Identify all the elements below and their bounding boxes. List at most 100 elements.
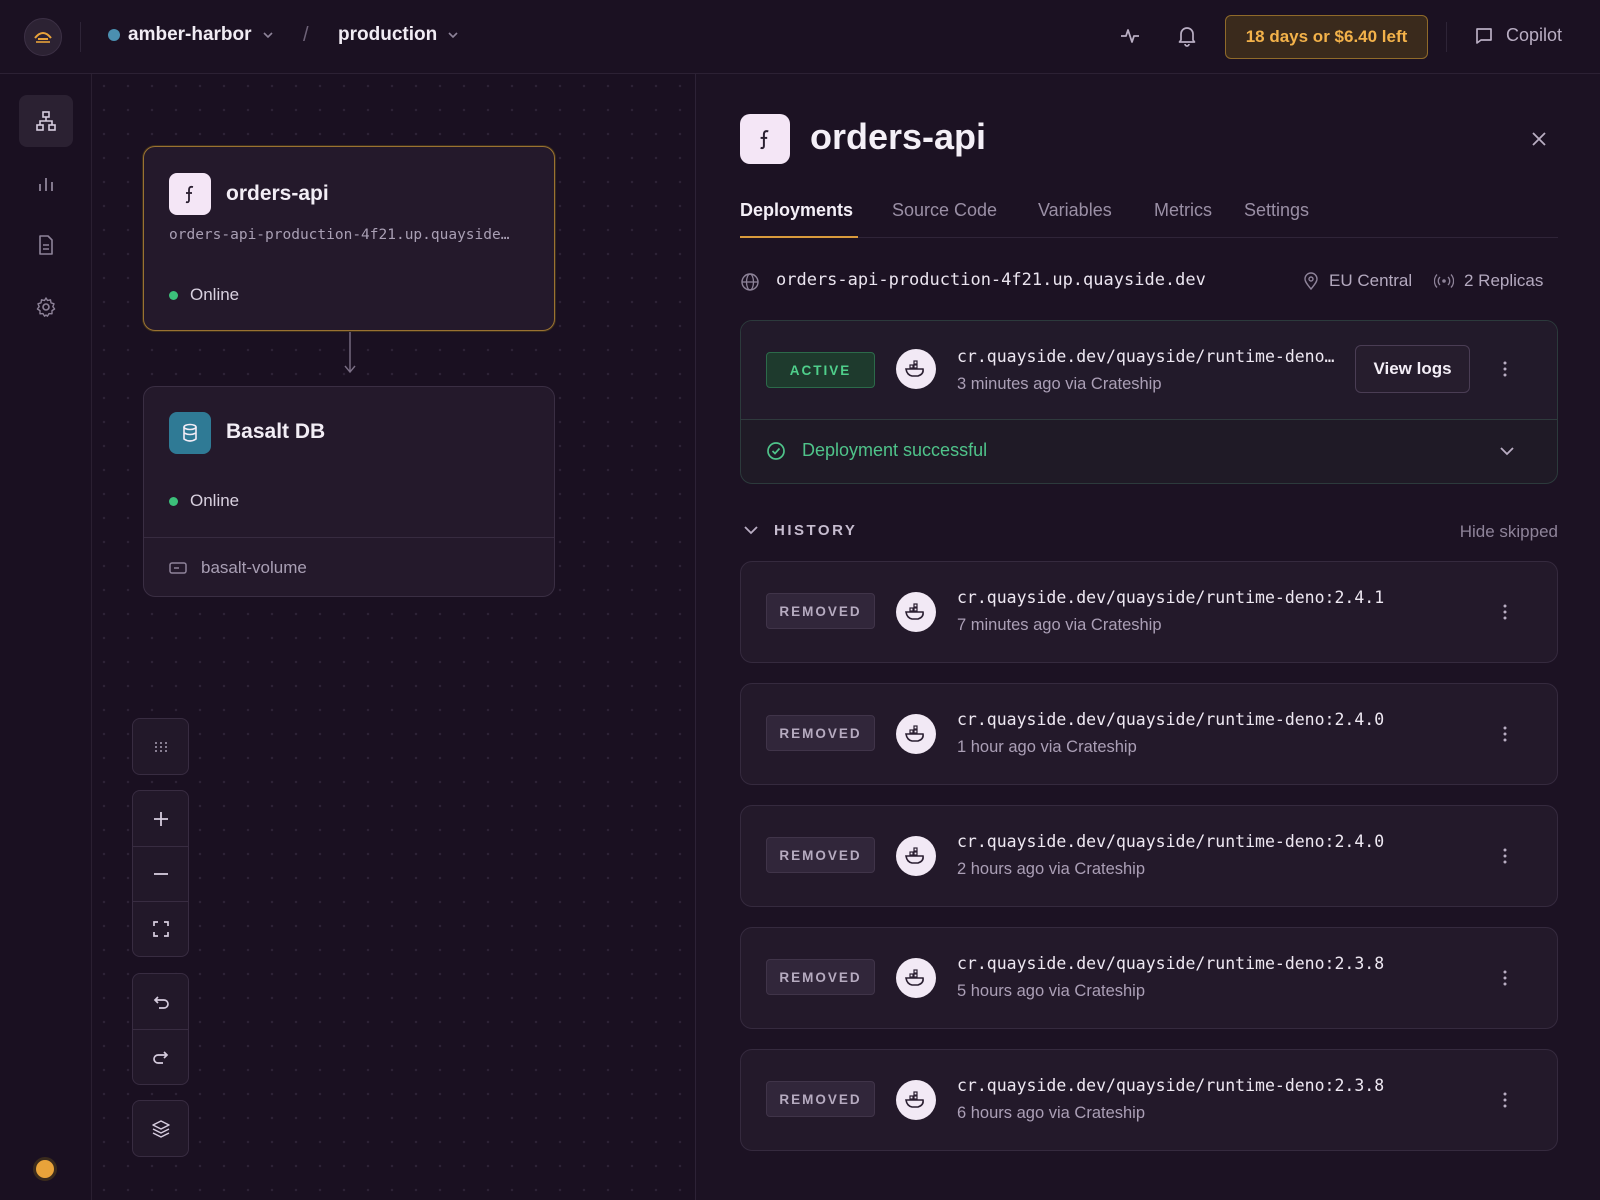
tab-metrics[interactable]: Metrics (1154, 200, 1212, 221)
container-icon (896, 836, 936, 876)
zoom-tools (132, 790, 189, 957)
architecture-icon (36, 111, 56, 131)
layers-icon[interactable] (133, 1101, 188, 1156)
globe-icon (741, 273, 759, 291)
project-switcher[interactable]: amber-harbor (108, 24, 276, 46)
history-deployment-card[interactable]: REMOVED cr.quayside.dev/quayside/runtime… (740, 805, 1558, 907)
copilot-button[interactable]: Copilot (1474, 25, 1562, 46)
function-icon (169, 173, 211, 215)
hide-skipped-toggle[interactable]: Hide skipped (1460, 522, 1558, 542)
architecture-nav-button[interactable] (19, 95, 73, 147)
tab-deployments[interactable]: Deployments (740, 200, 853, 221)
deployment-image: cr.quayside.dev/quayside/runtime-deno:2.… (957, 832, 1385, 851)
user-status-indicator[interactable] (33, 1157, 57, 1181)
deployment-time: 3 minutes ago via Crateship (957, 375, 1162, 393)
divider (80, 22, 81, 52)
copilot-label: Copilot (1506, 25, 1563, 45)
zoom-out-button[interactable] (133, 846, 188, 901)
environment-switcher[interactable]: production (338, 24, 461, 46)
status-label: Online (190, 285, 240, 304)
project-name: amber-harbor (128, 24, 252, 45)
fit-view-button[interactable] (133, 901, 188, 956)
tab-variables[interactable]: Variables (1038, 200, 1112, 221)
service-url-link[interactable]: orders-api-production-4f21.up.quayside.d… (776, 270, 1206, 290)
deployment-status-row[interactable]: Deployment successful (766, 440, 987, 461)
broadcast-icon (1434, 274, 1454, 288)
history-header: HISTORY Hide skipped (740, 519, 1558, 543)
breadcrumb-separator: / (303, 24, 309, 46)
location-pin-icon (1304, 272, 1318, 290)
node-title: Basalt DB (226, 420, 326, 443)
redo-button[interactable] (133, 1029, 188, 1084)
more-options-icon[interactable] (1493, 357, 1517, 381)
container-icon (896, 592, 936, 632)
more-options-icon[interactable] (1493, 1088, 1517, 1112)
logs-nav-button[interactable] (19, 219, 73, 271)
divider (1446, 22, 1447, 52)
deployment-image: cr.quayside.dev/quayside/runtime-deno:2.… (957, 954, 1385, 973)
deployment-image: cr.quayside.dev/quayside/runtime-deno… (957, 347, 1335, 366)
gear-icon (36, 297, 56, 317)
service-title: orders-api (810, 116, 987, 157)
chevron-down-icon[interactable] (1497, 441, 1517, 461)
deployment-image: cr.quayside.dev/quayside/runtime-deno:2.… (957, 710, 1385, 729)
top-bar: amber-harbor / production 18 days or $6.… (0, 0, 1600, 74)
volume-row[interactable]: basalt-volume (144, 537, 554, 597)
online-dot (169, 290, 178, 300)
activity-icon[interactable] (1118, 24, 1142, 48)
bell-icon[interactable] (1175, 24, 1199, 48)
tab-settings[interactable]: Settings (1244, 200, 1309, 221)
region-label: EU Central (1329, 271, 1413, 290)
plus-icon (153, 811, 168, 826)
service-node-orders-api[interactable]: orders-api orders-api-production-4f21.up… (143, 146, 555, 331)
region: EU Central (1303, 271, 1412, 291)
status-label: Online (190, 491, 240, 510)
volume-icon (169, 561, 187, 574)
minus-icon (153, 873, 168, 875)
chat-icon (1476, 27, 1492, 44)
chevron-down-icon (448, 32, 458, 39)
bar-chart-icon (39, 178, 53, 191)
history-tools (132, 973, 189, 1085)
logo-icon[interactable] (24, 18, 62, 56)
deployment-image: cr.quayside.dev/quayside/runtime-deno:2.… (957, 588, 1385, 607)
more-options-icon[interactable] (1493, 966, 1517, 990)
container-icon (896, 349, 936, 389)
active-tab-indicator (740, 236, 858, 238)
more-options-icon[interactable] (1493, 600, 1517, 624)
history-deployment-card[interactable]: REMOVED cr.quayside.dev/quayside/runtime… (740, 927, 1558, 1029)
chevron-down-icon[interactable] (742, 521, 760, 539)
history-deployment-card[interactable]: REMOVED cr.quayside.dev/quayside/runtime… (740, 1049, 1558, 1151)
trial-button[interactable]: 18 days or $6.40 left (1225, 15, 1428, 59)
deployment-status-label: Deployment successful (802, 440, 988, 460)
drag-handle-tool[interactable] (132, 718, 189, 775)
volume-name: basalt-volume (201, 557, 307, 577)
undo-icon (153, 995, 169, 1009)
deployment-time: 2 hours ago via Crateship (957, 860, 1146, 878)
service-node-basalt-db[interactable]: Basalt DB Online basalt-volume (143, 386, 555, 597)
view-logs-button[interactable]: View logs (1355, 345, 1470, 393)
history-deployment-card[interactable]: REMOVED cr.quayside.dev/quayside/runtime… (740, 561, 1558, 663)
online-dot (169, 496, 178, 506)
connector-arrow (344, 332, 356, 374)
history-deployment-card[interactable]: REMOVED cr.quayside.dev/quayside/runtime… (740, 683, 1558, 785)
layers-tool[interactable] (132, 1100, 189, 1157)
history-label: HISTORY (774, 522, 858, 539)
container-icon (896, 1080, 936, 1120)
fullscreen-icon (152, 921, 169, 937)
close-icon[interactable] (1528, 128, 1550, 150)
status-badge: REMOVED (766, 593, 875, 629)
tab-source-code[interactable]: Source Code (892, 200, 997, 221)
zoom-in-button[interactable] (133, 791, 188, 846)
settings-nav-button[interactable] (19, 281, 73, 333)
status-badge: REMOVED (766, 1081, 875, 1117)
more-options-icon[interactable] (1493, 844, 1517, 868)
service-url-row: orders-api-production-4f21.up.quayside.d… (740, 267, 1558, 297)
grid-dots-icon[interactable] (133, 719, 188, 774)
more-options-icon[interactable] (1493, 722, 1517, 746)
environment-name: production (338, 24, 438, 45)
undo-button[interactable] (133, 974, 188, 1029)
metrics-nav-button[interactable] (19, 158, 73, 210)
container-icon (896, 714, 936, 754)
deployment-time: 5 hours ago via Crateship (957, 982, 1146, 1000)
